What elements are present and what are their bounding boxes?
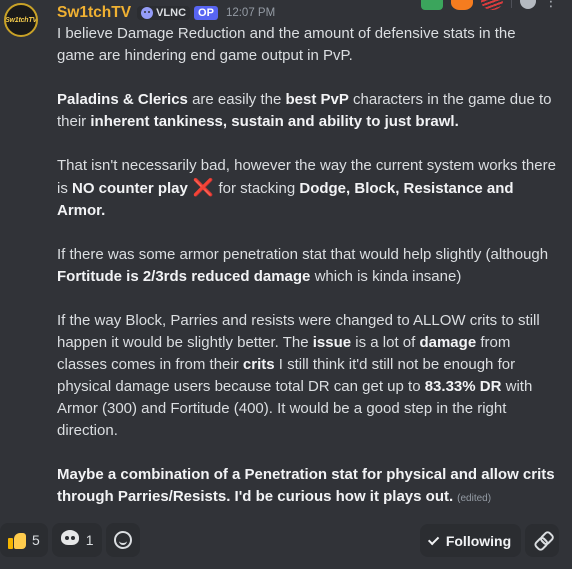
text-span: If there was some armor penetration stat… [57,246,549,263]
bold-text: best PvP [285,91,349,108]
message-paragraph: If the way Block, Parries and resists we… [57,310,557,442]
avatar-logo-text: Sw1tchTV [5,16,37,24]
message-paragraph: That isn't necessarily bad, however the … [57,155,557,222]
guild-tag[interactable]: VLNC [137,6,191,20]
reactions-bar: 5 1 [0,523,140,557]
message-header: Sw1tchTV VLNC OP 12:07 PM [57,2,275,24]
copy-link-button[interactable] [525,524,559,557]
message-paragraph: If there was some armor penetration stat… [57,244,557,288]
check-reaction-icon[interactable] [421,0,443,10]
message-paragraph: Paladins & Clerics are easily the best P… [57,89,557,133]
link-icon [531,529,554,552]
op-badge: OP [194,6,218,20]
wave-reaction-icon[interactable] [481,0,503,10]
bold-text: Fortitude is 2/3rds reduced damage [57,268,311,285]
message-paragraph: I believe Damage Reduction and the amoun… [57,23,557,67]
message-hover-toolbar: ⋮ [421,0,558,10]
reaction-skull[interactable]: 1 [51,523,102,557]
avatar[interactable]: Sw1tchTV [4,3,38,37]
username[interactable]: Sw1tchTV [57,4,131,22]
reaction-thumbs-up[interactable]: 5 [0,523,48,557]
bold-text: damage [419,334,477,351]
skull-icon [60,530,80,550]
toolbar-divider [511,0,512,8]
bold-text: issue [312,334,352,351]
message-content: I believe Damage Reduction and the amoun… [57,23,557,510]
edited-label: (edited) [457,493,492,504]
text-span: for stacking [218,180,300,197]
bold-text: 83.33% DR [424,378,502,395]
add-reaction-button[interactable] [105,523,140,557]
thumbs-up-icon [8,531,26,549]
bold-text: crits [242,356,275,373]
text-span: which is kinda insane) [310,268,462,285]
bold-text: inherent tankiness, sustain and ability … [90,113,459,130]
bold-text: Paladins & Clerics [57,91,188,108]
cross-mark-icon: ❌ [187,178,219,197]
guild-tag-label: VLNC [156,7,187,19]
text-span: is a lot of [351,334,420,351]
reaction-count: 5 [32,532,40,548]
reaction-count: 1 [85,532,94,548]
text-span: I believe Damage Reduction and the amoun… [57,25,516,64]
text-span: are easily the [187,91,286,108]
fire-reaction-icon[interactable] [451,0,473,10]
following-label: Following [445,532,512,549]
smile-icon [113,531,132,549]
guild-tag-icon [141,7,154,19]
more-icon[interactable]: ⋮ [544,0,558,10]
checkmark-icon [427,533,440,545]
following-button[interactable]: Following [420,524,521,557]
bold-text: NO counter play [72,180,188,197]
message-paragraph: Maybe a combination of a Penetration sta… [57,464,557,510]
timestamp: 12:07 PM [225,7,276,19]
add-reaction-icon[interactable] [520,0,536,9]
